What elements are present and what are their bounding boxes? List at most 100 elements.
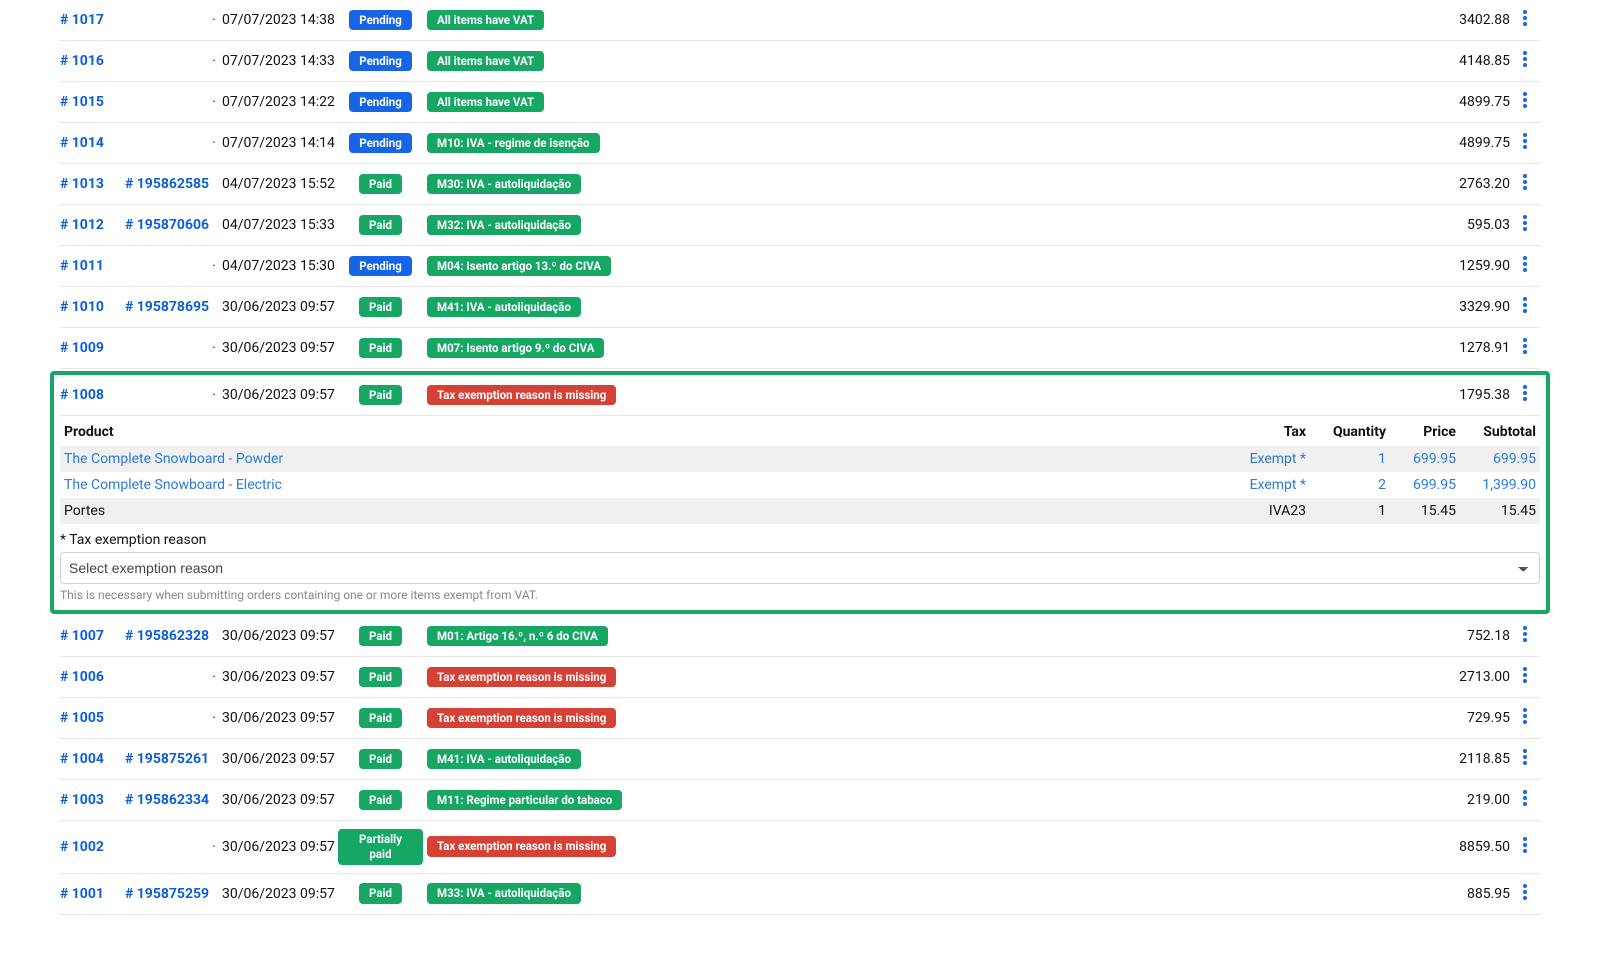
tax-tag-badge: M04: Isento artigo 13.º do CIVA	[427, 256, 611, 277]
order-amount: 2763.20	[1420, 176, 1510, 192]
tax-tag-badge: M41: IVA - autoliquidação	[427, 297, 581, 318]
order-item-row: PortesIVA23115.4515.45	[60, 498, 1540, 524]
tax-exemption-select[interactable]: Select exemption reason	[60, 552, 1540, 584]
item-product[interactable]: The Complete Snowboard - Electric	[60, 472, 1220, 498]
order-id-link[interactable]: # 1012	[60, 217, 104, 233]
order-row[interactable]: # 1014·07/07/2023 14:14PendingM10: IVA -…	[60, 123, 1540, 164]
order-amount: 3329.90	[1420, 299, 1510, 315]
order-id-link[interactable]: # 1013	[60, 176, 104, 192]
order-item-row: The Complete Snowboard - ElectricExempt …	[60, 472, 1540, 498]
order-id-link[interactable]: # 1005	[60, 710, 104, 726]
order-id-link[interactable]: # 1002	[60, 839, 104, 855]
order-row[interactable]: # 1017·07/07/2023 14:38PendingAll items …	[60, 0, 1540, 41]
order-id-link[interactable]: # 1016	[60, 53, 104, 69]
order-id-link[interactable]: # 1014	[60, 135, 104, 151]
order-ref-link[interactable]: # 195862334	[125, 792, 209, 808]
order-ref-link[interactable]: # 195875259	[125, 886, 209, 902]
order-id-link[interactable]: # 1008	[60, 387, 104, 403]
kebab-menu-icon[interactable]	[1516, 172, 1534, 192]
status-badge: Paid	[359, 708, 402, 729]
tax-tag-badge: All items have VAT	[427, 92, 544, 113]
order-row[interactable]: # 1001# 19587525930/06/2023 09:57PaidM33…	[60, 874, 1540, 915]
order-id-link[interactable]: # 1015	[60, 94, 104, 110]
kebab-menu-icon[interactable]	[1516, 254, 1534, 274]
item-product[interactable]: The Complete Snowboard - Powder	[60, 446, 1220, 472]
order-amount: 1278.91	[1420, 340, 1510, 356]
order-amount: 219.00	[1420, 792, 1510, 808]
kebab-menu-icon[interactable]	[1516, 747, 1534, 767]
col-subtotal: Subtotal	[1460, 418, 1540, 446]
tax-tag-badge: M33: IVA - autoliquidação	[427, 883, 581, 904]
order-ref-link[interactable]: # 195875261	[125, 751, 209, 767]
order-row[interactable]: # 1015·07/07/2023 14:22PendingAll items …	[60, 82, 1540, 123]
orders-list: # 1017 · 07/07/2023 14:38 Pending All items …	[0, 0, 1600, 955]
kebab-menu-icon[interactable]	[1516, 882, 1534, 902]
separator: ·	[210, 387, 218, 403]
order-date: 04/07/2023 15:33	[218, 217, 338, 233]
order-row[interactable]: # 1013# 19586258504/07/2023 15:52PaidM30…	[60, 164, 1540, 205]
kebab-menu-icon[interactable]	[1516, 8, 1534, 28]
order-row[interactable]: # 1009·30/06/2023 09:57PaidM07: Isento a…	[60, 328, 1540, 369]
kebab-menu-icon[interactable]	[1516, 213, 1534, 233]
item-subtotal: 1,399.90	[1460, 472, 1540, 498]
kebab-menu-icon[interactable]	[1516, 131, 1534, 151]
order-date: 07/07/2023 14:14	[218, 135, 338, 151]
order-row[interactable]: # 1012# 19587060604/07/2023 15:33PaidM32…	[60, 205, 1540, 246]
order-row[interactable]: # 1008·30/06/2023 09:57PaidTax exemption…	[60, 375, 1540, 416]
order-id-link[interactable]: # 1004	[60, 751, 104, 767]
status-badge: Pending	[349, 92, 412, 113]
order-ref-link[interactable]: # 195862585	[125, 176, 209, 192]
order-id-link[interactable]: # 1017	[60, 12, 104, 28]
status-badge: Pending	[349, 133, 412, 154]
order-row[interactable]: # 1011·04/07/2023 15:30PendingM04: Isent…	[60, 246, 1540, 287]
kebab-menu-icon[interactable]	[1516, 835, 1534, 855]
order-amount: 729.95	[1420, 710, 1510, 726]
order-id-link[interactable]: # 1003	[60, 792, 104, 808]
order-id-link[interactable]: # 1009	[60, 340, 104, 356]
order-date: 30/06/2023 09:57	[218, 751, 338, 767]
order-ref-link[interactable]: # 195878695	[125, 299, 209, 315]
order-id-link[interactable]: # 1011	[60, 258, 104, 274]
exemption-help-text: This is necessary when submitting orders…	[60, 584, 1540, 602]
kebab-menu-icon[interactable]	[1516, 383, 1534, 403]
status-badge: Pending	[349, 51, 412, 72]
order-date: 07/07/2023 14:22	[218, 94, 338, 110]
status-badge: Paid	[359, 790, 402, 811]
order-row[interactable]: # 1005·30/06/2023 09:57PaidTax exemption…	[60, 698, 1540, 739]
order-amount: 8859.50	[1420, 839, 1510, 855]
status-badge: Pending	[349, 10, 412, 31]
tax-tag-badge: Tax exemption reason is missing	[427, 836, 616, 857]
order-id-link[interactable]: # 1006	[60, 669, 104, 685]
order-row[interactable]: # 1003# 19586233430/06/2023 09:57PaidM11…	[60, 780, 1540, 821]
separator: ·	[210, 340, 218, 356]
order-row[interactable]: # 1016·07/07/2023 14:33PendingAll items …	[60, 41, 1540, 82]
kebab-menu-icon[interactable]	[1516, 49, 1534, 69]
order-date: 07/07/2023 14:38	[218, 12, 338, 28]
kebab-menu-icon[interactable]	[1516, 624, 1534, 644]
order-row[interactable]: # 1006·30/06/2023 09:57PaidTax exemption…	[60, 657, 1540, 698]
order-ref-link[interactable]: # 195862328	[125, 628, 209, 644]
kebab-menu-icon[interactable]	[1516, 90, 1534, 110]
order-id-link[interactable]: # 1007	[60, 628, 104, 644]
order-row[interactable]: # 1002·30/06/2023 09:57Partially paidTax…	[60, 821, 1540, 874]
status-badge: Paid	[359, 174, 402, 195]
expanded-order-panel: # 1008·30/06/2023 09:57PaidTax exemption…	[50, 371, 1550, 614]
kebab-menu-icon[interactable]	[1516, 706, 1534, 726]
kebab-menu-icon[interactable]	[1516, 295, 1534, 315]
order-id-link[interactable]: # 1010	[60, 299, 104, 315]
order-ref-link[interactable]: # 195870606	[125, 217, 209, 233]
kebab-menu-icon[interactable]	[1516, 788, 1534, 808]
kebab-menu-icon[interactable]	[1516, 336, 1534, 356]
order-row[interactable]: # 1010# 19587869530/06/2023 09:57PaidM41…	[60, 287, 1540, 328]
order-row[interactable]: # 1007# 19586232830/06/2023 09:57PaidM01…	[60, 616, 1540, 657]
item-tax: Exempt *	[1220, 472, 1310, 498]
order-row[interactable]: # 1004# 19587526130/06/2023 09:57PaidM41…	[60, 739, 1540, 780]
kebab-menu-icon[interactable]	[1516, 665, 1534, 685]
separator: ·	[210, 258, 218, 274]
item-subtotal: 699.95	[1460, 446, 1540, 472]
separator: ·	[210, 135, 218, 151]
tax-tag-badge: M30: IVA - autoliquidação	[427, 174, 581, 195]
separator: ·	[210, 53, 218, 69]
tax-tag-badge: Tax exemption reason is missing	[427, 385, 616, 406]
order-id-link[interactable]: # 1001	[60, 886, 104, 902]
